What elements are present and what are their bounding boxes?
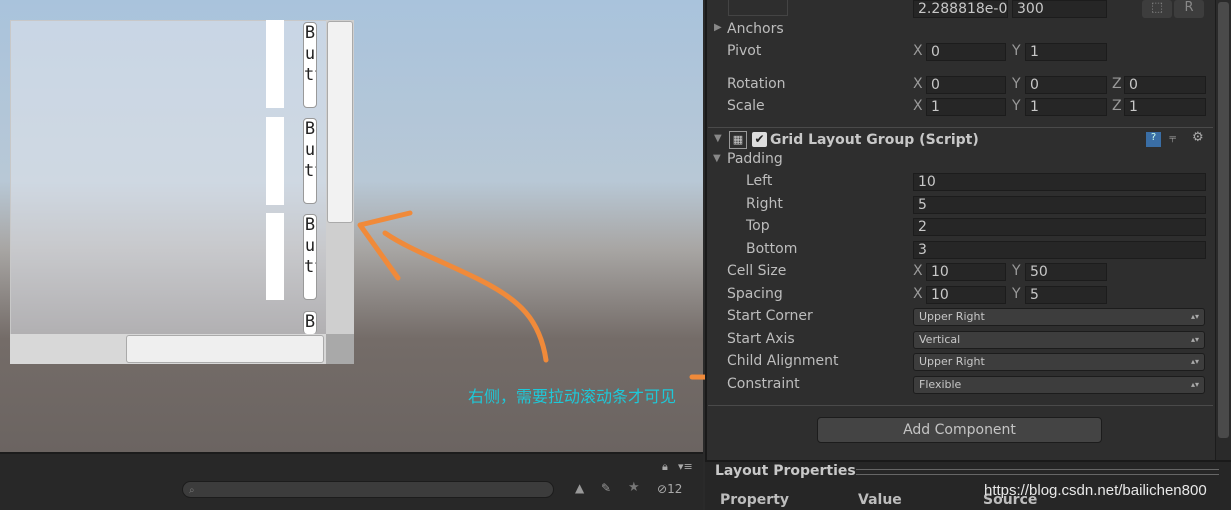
eye-slash-icon: ⊘ — [657, 482, 668, 496]
collapse-arrow-icon[interactable]: ▼ — [714, 133, 722, 144]
layout-properties-title: Layout Properties — [715, 463, 856, 479]
foldout-arrow-icon[interactable]: ▶ — [714, 22, 722, 33]
constraint-dropdown[interactable]: Flexible ▴▾ — [913, 376, 1205, 394]
search-input[interactable]: ⌕ — [182, 481, 554, 498]
axis-label: Y — [1012, 263, 1021, 279]
dropdown-arrows-icon: ▴▾ — [1190, 380, 1199, 389]
column-header-value: Value — [858, 492, 902, 508]
padding-right-label: Right — [746, 196, 783, 212]
axis-label: Y — [1012, 76, 1021, 92]
search-icon: ⌕ — [189, 485, 195, 496]
blueprint-button[interactable]: ⬚ — [1142, 0, 1172, 18]
axis-label: X — [913, 98, 923, 114]
scale-y-field[interactable]: 1 — [1025, 98, 1107, 116]
constraint-label: Constraint — [727, 376, 800, 392]
padding-top-label: Top — [746, 218, 770, 234]
axis-label: X — [913, 286, 923, 302]
axis-label: X — [913, 76, 923, 92]
start-axis-dropdown[interactable]: Vertical ▴▾ — [913, 331, 1205, 349]
rotation-x-field[interactable]: 0 — [926, 76, 1006, 94]
pivot-y-field[interactable]: 1 — [1025, 43, 1107, 61]
start-corner-label: Start Corner — [727, 308, 813, 324]
hidden-objects-toggle[interactable]: ⊘12 — [657, 482, 682, 496]
pivot-x-field[interactable]: 0 — [926, 43, 1006, 61]
pos-field[interactable]: 2.288818e-0 — [913, 0, 1008, 18]
padding-foldout[interactable]: Padding — [727, 151, 783, 167]
add-component-button[interactable]: Add Component — [817, 417, 1102, 443]
dropdown-value: Upper Right — [919, 355, 985, 368]
padding-right-field[interactable]: 5 — [913, 196, 1206, 214]
rotation-z-field[interactable]: 0 — [1124, 76, 1206, 94]
child-alignment-label: Child Alignment — [727, 353, 839, 369]
scale-label: Scale — [727, 98, 765, 114]
scale-x-field[interactable]: 1 — [926, 98, 1006, 116]
axis-label: Y — [1012, 286, 1021, 302]
inspector-scrollbar[interactable] — [1215, 0, 1231, 462]
rotation-label: Rotation — [727, 76, 786, 92]
axis-label: X — [913, 43, 923, 59]
scrollbar-thumb[interactable] — [1218, 2, 1229, 438]
dropdown-value: Flexible — [919, 378, 962, 391]
start-corner-dropdown[interactable]: Upper Right ▴▾ — [913, 308, 1205, 326]
start-axis-label: Start Axis — [727, 331, 795, 347]
spacing-y-field[interactable]: 5 — [1025, 286, 1107, 304]
anchors-foldout[interactable]: Anchors — [727, 21, 784, 37]
padding-bottom-field[interactable]: 3 — [913, 241, 1206, 259]
padding-bottom-label: Bottom — [746, 241, 798, 257]
watermark: https://blog.csdn.net/bailichen800 — [984, 482, 1207, 499]
grid-layout-icon: ▦ — [729, 131, 747, 149]
axis-label: Z — [1112, 98, 1122, 114]
cell-size-label: Cell Size — [727, 263, 787, 279]
axis-label: Z — [1112, 76, 1122, 92]
dropdown-arrows-icon: ▴▾ — [1190, 335, 1199, 344]
divider — [708, 127, 1213, 128]
column-header-property: Property — [720, 492, 790, 508]
axis-label: Y — [1012, 98, 1021, 114]
padding-left-field[interactable]: 10 — [913, 173, 1206, 191]
layers-icon[interactable]: ▲ — [575, 481, 584, 495]
raw-edit-button[interactable]: R — [1174, 0, 1204, 18]
preset-icon[interactable]: ⫧ — [1169, 131, 1176, 146]
title-rule — [856, 469, 1219, 475]
annotation-text: 右侧，需要拉动滚动条才可见 — [468, 387, 677, 406]
rotation-y-field[interactable]: 0 — [1025, 76, 1107, 94]
scale-z-field[interactable]: 1 — [1124, 98, 1206, 116]
padding-left-label: Left — [746, 173, 773, 189]
divider — [708, 405, 1213, 406]
tag-icon[interactable]: ✎ — [601, 481, 611, 495]
hidden-count: 12 — [667, 482, 683, 496]
collapse-arrow-icon[interactable]: ▼ — [713, 153, 721, 164]
star-icon[interactable]: ★ — [628, 480, 640, 495]
padding-top-field[interactable]: 2 — [913, 218, 1206, 236]
axis-label: Y — [1012, 43, 1021, 59]
anchor-preset-button[interactable] — [728, 0, 788, 16]
cell-size-x-field[interactable]: 10 — [926, 263, 1006, 281]
enabled-checkbox[interactable]: ✔ — [752, 132, 767, 147]
dropdown-arrows-icon: ▴▾ — [1190, 357, 1199, 366]
help-icon[interactable]: ? — [1146, 132, 1161, 147]
axis-label: X — [913, 263, 923, 279]
gear-icon[interactable]: ⚙ — [1192, 130, 1204, 145]
dropdown-arrows-icon: ▴▾ — [1190, 312, 1199, 321]
arrow-shaft — [382, 230, 549, 363]
dropdown-value: Vertical — [919, 333, 961, 346]
lock-icon[interactable]: 🔒︎ — [662, 460, 668, 474]
spacing-label: Spacing — [727, 286, 783, 302]
cell-size-y-field[interactable]: 50 — [1025, 263, 1107, 281]
spacing-x-field[interactable]: 10 — [926, 286, 1006, 304]
child-alignment-dropdown[interactable]: Upper Right ▴▾ — [913, 353, 1205, 371]
menu-icon[interactable]: ▾≡ — [678, 460, 693, 473]
component-title: Grid Layout Group (Script) — [770, 132, 979, 148]
pivot-label: Pivot — [727, 43, 762, 59]
height-field[interactable]: 300 — [1012, 0, 1107, 18]
dropdown-value: Upper Right — [919, 310, 985, 323]
